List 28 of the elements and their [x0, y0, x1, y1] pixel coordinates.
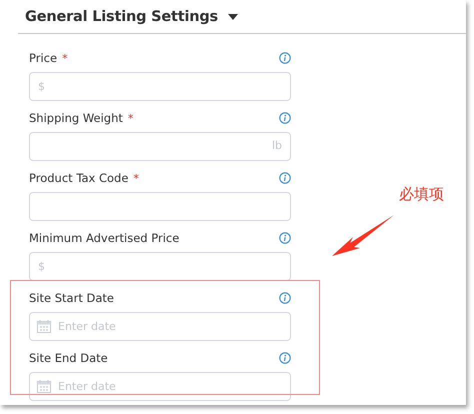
field-label: Product Tax Code — [29, 171, 128, 185]
required-asterisk: * — [128, 112, 134, 124]
required-asterisk: * — [133, 172, 139, 184]
calendar-icon — [37, 380, 51, 393]
field-label: Price — [29, 51, 58, 65]
info-icon[interactable] — [279, 232, 291, 244]
info-icon[interactable] — [279, 292, 291, 304]
input-field[interactable] — [29, 192, 291, 221]
calendar-icon — [37, 320, 51, 333]
info-icon[interactable] — [279, 352, 291, 364]
required-asterisk: * — [62, 52, 68, 64]
caret-icon[interactable] — [228, 14, 238, 20]
info-icon[interactable] — [279, 52, 291, 64]
date-field[interactable]: Enter date — [29, 312, 291, 341]
input-field[interactable]: $ — [29, 252, 291, 281]
input-field[interactable]: $ — [29, 72, 291, 101]
annotation-arrow — [332, 215, 394, 256]
unit-label: lb — [272, 139, 282, 152]
annotation-text: 必填项 — [399, 185, 444, 204]
date-field[interactable]: Enter date — [29, 372, 291, 401]
info-icon[interactable] — [279, 112, 291, 124]
input-field[interactable] — [29, 132, 291, 161]
field-label: Minimum Advertised Price — [29, 231, 180, 245]
info-icon[interactable] — [279, 172, 291, 184]
section-title: General Listing Settings — [25, 8, 218, 24]
field-label: Site End Date — [29, 351, 108, 365]
field-label: Site Start Date — [29, 291, 114, 305]
field-label: Shipping Weight — [29, 111, 123, 125]
